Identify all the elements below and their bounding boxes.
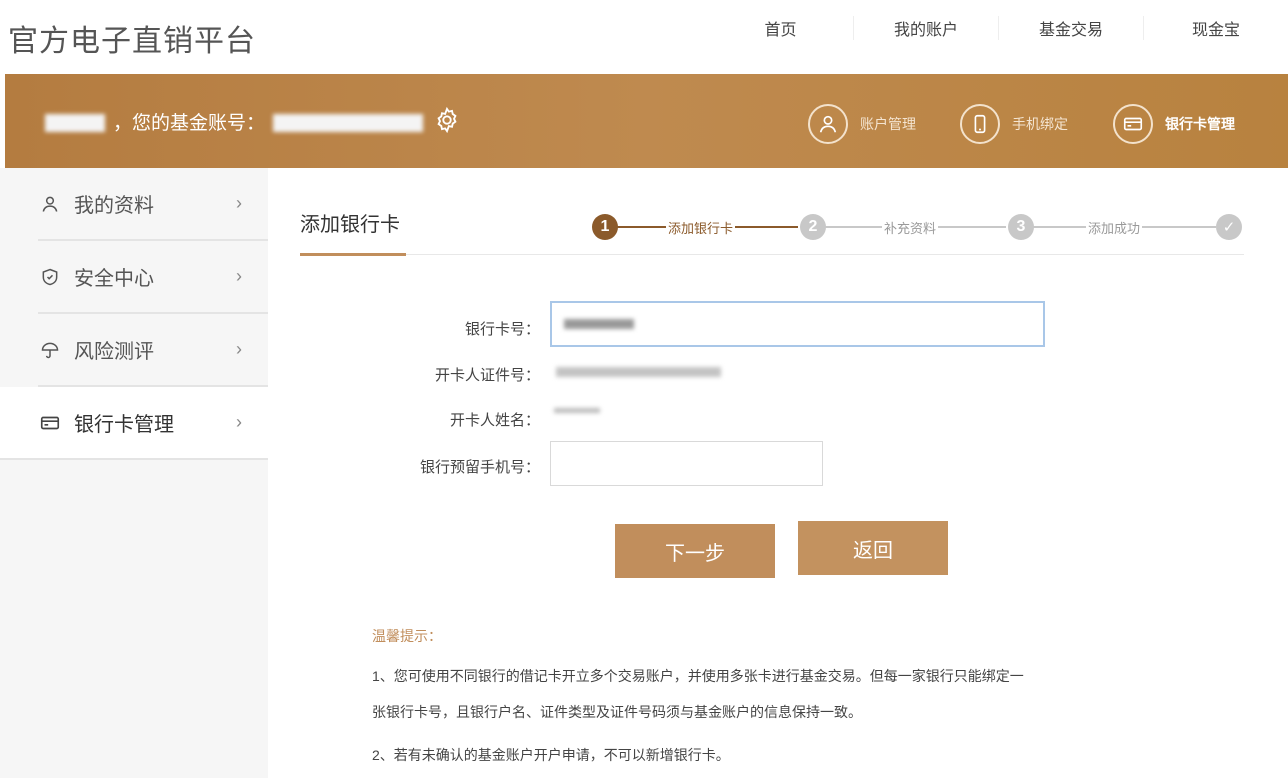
sidebar-item-my-profile[interactable]: 我的资料 › xyxy=(38,168,268,241)
masked-id-number xyxy=(556,367,721,377)
progress-stepper: 1 添加银行卡 2 补充资料 3 添加成功 ✓ xyxy=(592,214,1242,244)
id-number-label: 开卡人证件号： xyxy=(434,367,540,384)
account-label: ，您的基金账号： xyxy=(113,113,266,134)
sidebar-item-label: 我的资料 xyxy=(74,195,154,217)
chevron-right-icon: › xyxy=(236,193,242,213)
quick-link-bank-card-management[interactable]: 银行卡管理 xyxy=(1113,104,1235,144)
tips-title: 温馨提示： xyxy=(372,628,442,644)
quick-link-label: 银行卡管理 xyxy=(1165,116,1235,132)
account-banner: ，您的基金账号： 账户管理 手机绑定 银行卡管理 xyxy=(5,74,1288,168)
chevron-right-icon: › xyxy=(236,339,242,359)
settings-button[interactable] xyxy=(433,106,461,134)
step-3-label: 添加成功 xyxy=(1086,218,1143,237)
phone-icon xyxy=(960,104,1000,144)
masked-holder-name xyxy=(554,408,600,413)
masked-account-number xyxy=(273,114,423,132)
card-icon xyxy=(1113,104,1153,144)
step-2-label: 补充资料 xyxy=(882,218,939,237)
sidebar-item-label: 银行卡管理 xyxy=(74,414,174,436)
gear-icon xyxy=(437,106,457,134)
back-button[interactable]: 返回 xyxy=(798,521,948,575)
quick-link-label: 手机绑定 xyxy=(1012,116,1068,132)
phone-label: 银行预留手机号： xyxy=(419,459,540,476)
user-icon xyxy=(38,192,62,216)
step-2-indicator: 2 xyxy=(800,214,826,240)
user-icon xyxy=(808,104,848,144)
quick-link-phone-binding[interactable]: 手机绑定 xyxy=(960,104,1068,144)
card-number-input[interactable] xyxy=(550,301,1045,347)
step-1-label: 添加银行卡 xyxy=(666,218,736,237)
page-title: 添加银行卡 xyxy=(300,214,400,236)
tip-line: 1、您可使用不同银行的借记卡开立多个交易账户，并使用多张卡进行基金交易。但每一家… xyxy=(372,668,1024,684)
step-1-indicator: 1 xyxy=(592,214,618,240)
nav-fund-trading[interactable]: 基金交易 xyxy=(998,16,1143,40)
tip-line: 2、若有未确认的基金账户开户申请，不可以新增银行卡。 xyxy=(372,747,730,763)
holder-name-label: 开卡人姓名： xyxy=(449,412,540,429)
sidebar-item-bank-card-management[interactable]: 银行卡管理 › xyxy=(0,387,268,460)
site-title: 官方电子直销平台 xyxy=(8,25,256,58)
shield-icon xyxy=(38,265,62,289)
sidebar-item-label: 安全中心 xyxy=(74,268,154,290)
sidebar-item-security-center[interactable]: 安全中心 › xyxy=(38,241,268,314)
masked-card-number xyxy=(564,319,634,329)
card-number-label: 银行卡号： xyxy=(464,321,540,338)
reserved-phone-input[interactable] xyxy=(550,441,823,486)
sidebar-item-risk-assessment[interactable]: 风险测评 › xyxy=(38,314,268,387)
next-step-button[interactable]: 下一步 xyxy=(615,524,775,578)
nav-cash-treasure[interactable]: 现金宝 xyxy=(1143,16,1288,40)
title-divider xyxy=(300,254,1244,255)
chevron-right-icon: › xyxy=(236,412,242,432)
card-icon xyxy=(38,411,62,435)
top-nav: 首页 我的账户 基金交易 现金宝 xyxy=(708,0,1288,56)
umbrella-icon xyxy=(38,338,62,362)
masked-username xyxy=(45,114,105,132)
sidebar-item-label: 风险测评 xyxy=(74,341,154,363)
nav-my-account[interactable]: 我的账户 xyxy=(853,16,998,40)
sidebar: 我的资料 › 安全中心 › 风险测评 › 银行卡管理 › xyxy=(0,168,268,778)
step-complete-check-icon: ✓ xyxy=(1216,214,1242,240)
tip-line: 张银行卡号，且银行户名、证件类型及证件号码须与基金账户的信息保持一致。 xyxy=(372,704,862,720)
quick-link-account-management[interactable]: 账户管理 xyxy=(808,104,916,144)
chevron-right-icon: › xyxy=(236,266,242,286)
title-underline xyxy=(300,253,406,256)
nav-home[interactable]: 首页 xyxy=(708,16,853,40)
quick-link-label: 账户管理 xyxy=(860,116,916,132)
step-3-indicator: 3 xyxy=(1008,214,1034,240)
